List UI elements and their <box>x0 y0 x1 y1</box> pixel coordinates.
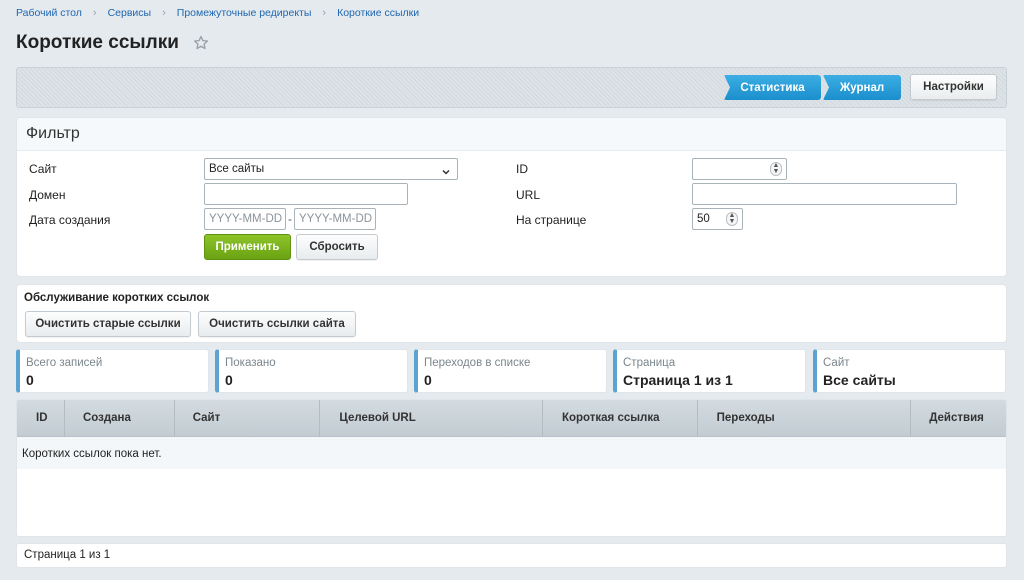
per-page-input[interactable]: 50 ▲ ▼ <box>692 208 743 230</box>
stat-label: Всего записей <box>26 357 103 369</box>
statistics-button[interactable]: Статистика <box>724 75 821 100</box>
star-icon[interactable] <box>193 35 209 51</box>
stat-label: Страница <box>623 357 676 369</box>
breadcrumb: Рабочий стол › Сервисы › Промежуточные р… <box>16 7 419 19</box>
stat-value: 0 <box>225 372 233 388</box>
page-title: Короткие ссылки <box>16 32 179 53</box>
breadcrumb-item-redirects[interactable]: Промежуточные редиректы <box>177 7 312 19</box>
stat-label: Переходов в списке <box>424 357 531 369</box>
column-header-short-link[interactable]: Короткая ссылка <box>543 400 698 437</box>
stat-value: Страница 1 из 1 <box>623 372 733 388</box>
column-header-id[interactable]: ID <box>17 400 65 437</box>
stat-label: Показано <box>225 357 276 369</box>
maintenance-panel: Обслуживание коротких ссылок Очистить ст… <box>16 284 1007 343</box>
url-input[interactable] <box>692 183 957 205</box>
url-label: URL <box>516 188 541 202</box>
per-page-label: На странице <box>516 213 587 227</box>
spinner-icon[interactable]: ▲ ▼ <box>770 162 782 176</box>
column-header-site[interactable]: Сайт <box>175 400 321 437</box>
journal-button[interactable]: Журнал <box>823 75 901 100</box>
page-title-row: Короткие ссылки <box>16 32 209 54</box>
id-label: ID <box>516 162 528 176</box>
stat-card-site: Сайт Все сайты <box>813 349 1006 393</box>
chevron-down-icon <box>441 164 451 175</box>
breadcrumb-item-short-links[interactable]: Короткие ссылки <box>337 7 419 19</box>
table-header: ID Создана Сайт Целевой URL Короткая ссы… <box>17 400 1006 437</box>
breadcrumb-item-desktop[interactable]: Рабочий стол <box>16 7 82 19</box>
column-header-actions: Действия <box>929 412 984 424</box>
stat-value: 0 <box>26 372 34 388</box>
links-table: ID Создана Сайт Целевой URL Короткая ссы… <box>16 399 1007 537</box>
clear-site-links-button[interactable]: Очистить ссылки сайта <box>198 311 356 337</box>
breadcrumb-separator-icon: › <box>162 7 166 19</box>
reset-button[interactable]: Сбросить <box>296 234 378 260</box>
stat-card-clicks: Переходов в списке 0 <box>414 349 607 393</box>
date-range-separator: - <box>288 212 292 226</box>
stat-value: Все сайты <box>823 372 896 388</box>
stat-card-total: Всего записей 0 <box>16 349 209 393</box>
site-select-value: Все сайты <box>209 163 265 175</box>
stat-value: 0 <box>424 372 432 388</box>
settings-button[interactable]: Настройки <box>910 74 997 100</box>
site-select[interactable]: Все сайты <box>204 158 458 180</box>
spinner-icon[interactable]: ▲ ▼ <box>726 212 738 226</box>
stat-label: Сайт <box>823 357 850 369</box>
apply-button[interactable]: Применить <box>204 234 291 260</box>
breadcrumb-separator-icon: › <box>92 7 97 19</box>
pagination: Страница 1 из 1 <box>16 543 1007 568</box>
date-from-input[interactable]: YYYY-MM-DD <box>204 208 286 230</box>
stat-card-shown: Показано 0 <box>215 349 408 393</box>
breadcrumb-separator-icon: › <box>322 7 327 19</box>
domain-input[interactable] <box>204 183 408 205</box>
created-date-label: Дата создания <box>29 213 111 227</box>
maintenance-title: Обслуживание коротких ссылок <box>24 292 210 304</box>
column-header-target-url[interactable]: Целевой URL <box>320 400 543 437</box>
per-page-value: 50 <box>697 213 710 225</box>
domain-label: Домен <box>29 188 66 202</box>
clear-old-links-button[interactable]: Очистить старые ссылки <box>25 311 191 337</box>
filter-panel: Фильтр Сайт Все сайты Домен Дата создани… <box>16 117 1007 277</box>
date-to-input[interactable]: YYYY-MM-DD <box>294 208 376 230</box>
toolbar: Статистика Журнал Настройки <box>16 67 1007 108</box>
filter-title: Фильтр <box>17 118 1006 151</box>
column-header-clicks[interactable]: Переходы <box>698 400 912 437</box>
column-header-created[interactable]: Создана <box>65 400 175 437</box>
stat-card-page: Страница Страница 1 из 1 <box>613 349 806 393</box>
breadcrumb-item-services[interactable]: Сервисы <box>108 7 152 19</box>
site-label: Сайт <box>29 162 57 176</box>
table-empty-message: Коротких ссылок пока нет. <box>17 437 1006 469</box>
id-input[interactable]: ▲ ▼ <box>692 158 787 180</box>
